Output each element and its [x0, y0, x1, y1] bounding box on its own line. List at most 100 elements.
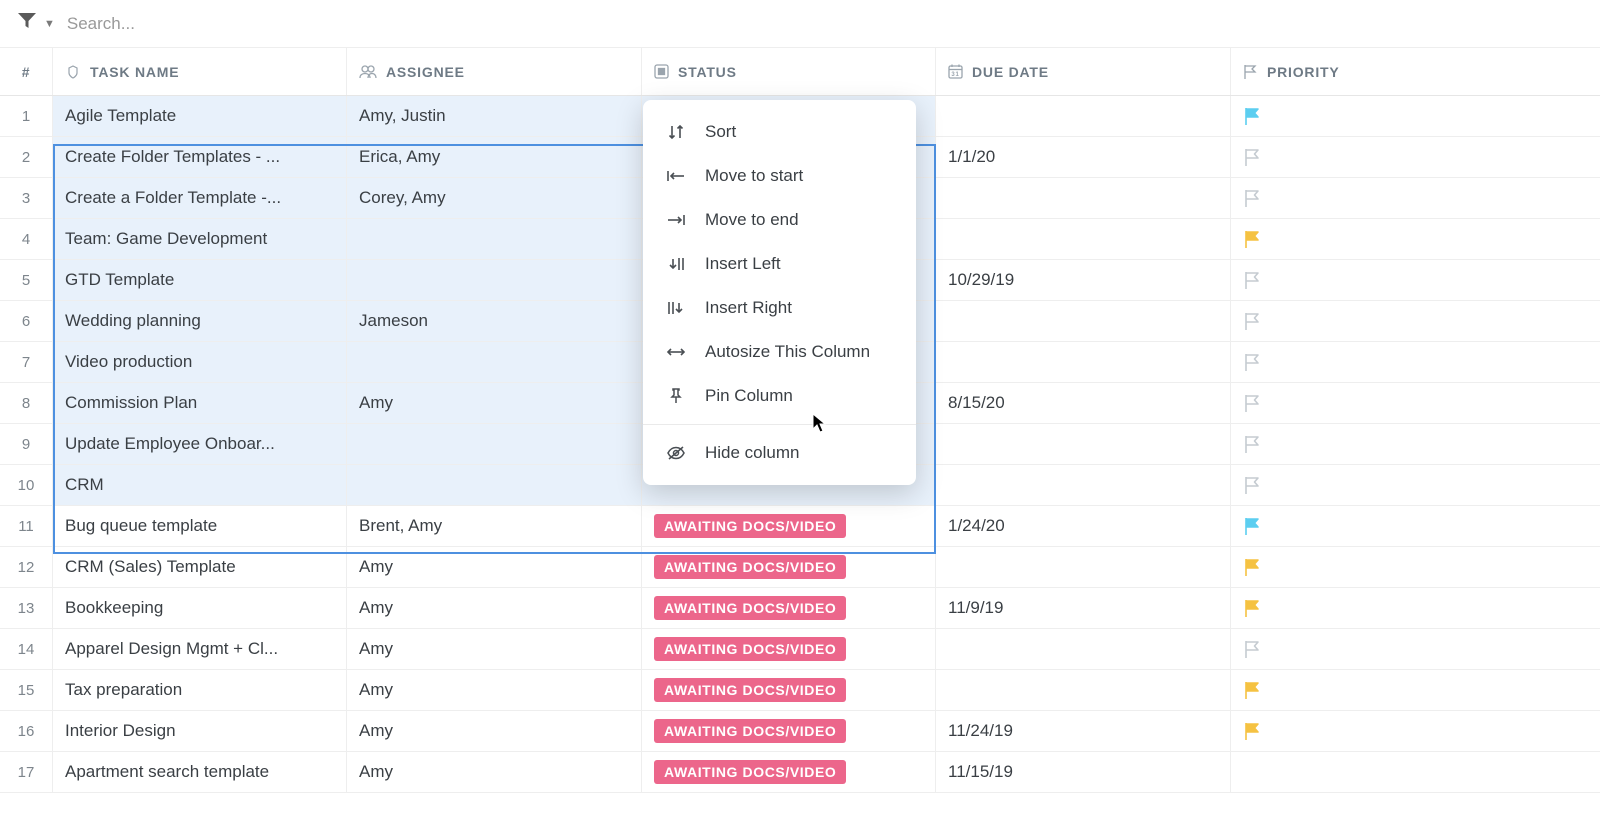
status-badge[interactable]: AWAITING DOCS/VIDEO [654, 760, 846, 784]
priority-flag-icon[interactable] [1243, 598, 1261, 618]
table-row[interactable]: 13BookkeepingAmyAWAITING DOCS/VIDEO11/9/… [0, 588, 1600, 629]
due-date-cell[interactable] [936, 629, 1231, 669]
status-badge[interactable]: AWAITING DOCS/VIDEO [654, 555, 846, 579]
due-date-cell[interactable]: 11/15/19 [936, 752, 1231, 792]
task-name-cell[interactable]: Apparel Design Mgmt + Cl... [53, 629, 347, 669]
priority-flag-icon[interactable] [1243, 352, 1261, 372]
task-name-cell[interactable]: Apartment search template [53, 752, 347, 792]
due-date-cell[interactable] [936, 301, 1231, 341]
due-date-cell[interactable]: 1/24/20 [936, 506, 1231, 546]
priority-flag-icon[interactable] [1243, 229, 1261, 249]
priority-cell[interactable] [1231, 506, 1526, 546]
table-row[interactable]: 16Interior DesignAmyAWAITING DOCS/VIDEO1… [0, 711, 1600, 752]
assignee-cell[interactable]: Brent, Amy [347, 506, 642, 546]
assignee-cell[interactable]: Amy [347, 711, 642, 751]
due-date-cell[interactable] [936, 178, 1231, 218]
assignee-cell[interactable]: Corey, Amy [347, 178, 642, 218]
priority-cell[interactable] [1231, 629, 1526, 669]
status-badge[interactable]: AWAITING DOCS/VIDEO [654, 637, 846, 661]
status-badge[interactable]: AWAITING DOCS/VIDEO [654, 514, 846, 538]
due-date-cell[interactable]: 10/29/19 [936, 260, 1231, 300]
due-date-cell[interactable]: 11/24/19 [936, 711, 1231, 751]
assignee-cell[interactable]: Amy [347, 752, 642, 792]
due-date-cell[interactable] [936, 342, 1231, 382]
status-cell[interactable]: AWAITING DOCS/VIDEO [642, 506, 936, 546]
table-row[interactable]: 14Apparel Design Mgmt + Cl...AmyAWAITING… [0, 629, 1600, 670]
status-badge[interactable]: AWAITING DOCS/VIDEO [654, 678, 846, 702]
task-name-cell[interactable]: Create Folder Templates - ... [53, 137, 347, 177]
header-assignee[interactable]: ASSIGNEE [347, 48, 642, 95]
due-date-cell[interactable]: 11/9/19 [936, 588, 1231, 628]
assignee-cell[interactable]: Amy [347, 547, 642, 587]
menu-sort[interactable]: Sort [643, 110, 916, 154]
assignee-cell[interactable]: Amy [347, 629, 642, 669]
due-date-cell[interactable]: 8/15/20 [936, 383, 1231, 423]
task-name-cell[interactable]: CRM (Sales) Template [53, 547, 347, 587]
priority-flag-icon[interactable] [1243, 106, 1261, 126]
due-date-cell[interactable] [936, 465, 1231, 505]
menu-autosize-column[interactable]: Autosize This Column [643, 330, 916, 374]
priority-cell[interactable] [1231, 96, 1526, 136]
due-date-cell[interactable] [936, 96, 1231, 136]
priority-flag-icon[interactable] [1243, 721, 1261, 741]
task-name-cell[interactable]: Team: Game Development [53, 219, 347, 259]
priority-cell[interactable] [1231, 547, 1526, 587]
task-name-cell[interactable]: Bookkeeping [53, 588, 347, 628]
assignee-cell[interactable]: Amy [347, 383, 642, 423]
due-date-cell[interactable]: 1/1/20 [936, 137, 1231, 177]
status-cell[interactable]: AWAITING DOCS/VIDEO [642, 711, 936, 751]
assignee-cell[interactable] [347, 260, 642, 300]
priority-cell[interactable] [1231, 342, 1526, 382]
priority-flag-icon[interactable] [1243, 639, 1261, 659]
assignee-cell[interactable]: Amy [347, 588, 642, 628]
header-due-date[interactable]: 31 DUE DATE [936, 48, 1231, 95]
assignee-cell[interactable]: Erica, Amy [347, 137, 642, 177]
priority-cell[interactable] [1231, 219, 1526, 259]
menu-move-to-end[interactable]: Move to end [643, 198, 916, 242]
priority-flag-icon[interactable] [1243, 393, 1261, 413]
task-name-cell[interactable]: Create a Folder Template -... [53, 178, 347, 218]
task-name-cell[interactable]: Wedding planning [53, 301, 347, 341]
status-cell[interactable]: AWAITING DOCS/VIDEO [642, 629, 936, 669]
search-input[interactable] [67, 14, 1582, 34]
priority-flag-icon[interactable] [1243, 680, 1261, 700]
header-numbering[interactable]: # [0, 48, 53, 95]
status-cell[interactable]: AWAITING DOCS/VIDEO [642, 752, 936, 792]
assignee-cell[interactable]: Amy, Justin [347, 96, 642, 136]
assignee-cell[interactable] [347, 465, 642, 505]
status-cell[interactable]: AWAITING DOCS/VIDEO [642, 588, 936, 628]
assignee-cell[interactable]: Amy [347, 670, 642, 710]
priority-cell[interactable] [1231, 752, 1526, 792]
header-priority[interactable]: PRIORITY [1231, 48, 1526, 95]
task-name-cell[interactable]: Bug queue template [53, 506, 347, 546]
priority-flag-icon[interactable] [1243, 147, 1261, 167]
priority-flag-icon[interactable] [1243, 516, 1261, 536]
task-name-cell[interactable]: Video production [53, 342, 347, 382]
assignee-cell[interactable]: Jameson [347, 301, 642, 341]
header-task-name[interactable]: TASK NAME [53, 48, 347, 95]
priority-cell[interactable] [1231, 670, 1526, 710]
due-date-cell[interactable] [936, 670, 1231, 710]
table-row[interactable]: 11Bug queue templateBrent, AmyAWAITING D… [0, 506, 1600, 547]
status-badge[interactable]: AWAITING DOCS/VIDEO [654, 719, 846, 743]
task-name-cell[interactable]: Tax preparation [53, 670, 347, 710]
task-name-cell[interactable]: Agile Template [53, 96, 347, 136]
priority-cell[interactable] [1231, 383, 1526, 423]
priority-flag-icon[interactable] [1243, 270, 1261, 290]
priority-flag-icon[interactable] [1243, 434, 1261, 454]
header-status[interactable]: STATUS [642, 48, 936, 95]
filter-dropdown-caret-icon[interactable]: ▼ [44, 18, 55, 30]
status-cell[interactable]: AWAITING DOCS/VIDEO [642, 547, 936, 587]
priority-cell[interactable] [1231, 137, 1526, 177]
assignee-cell[interactable] [347, 342, 642, 382]
priority-flag-icon[interactable] [1243, 188, 1261, 208]
task-name-cell[interactable]: Interior Design [53, 711, 347, 751]
filter-icon[interactable] [18, 13, 36, 34]
menu-insert-left[interactable]: Insert Left [643, 242, 916, 286]
table-row[interactable]: 15Tax preparationAmyAWAITING DOCS/VIDEO [0, 670, 1600, 711]
priority-flag-icon[interactable] [1243, 311, 1261, 331]
status-badge[interactable]: AWAITING DOCS/VIDEO [654, 596, 846, 620]
priority-cell[interactable] [1231, 424, 1526, 464]
priority-flag-icon[interactable] [1243, 475, 1261, 495]
priority-flag-icon[interactable] [1243, 557, 1261, 577]
